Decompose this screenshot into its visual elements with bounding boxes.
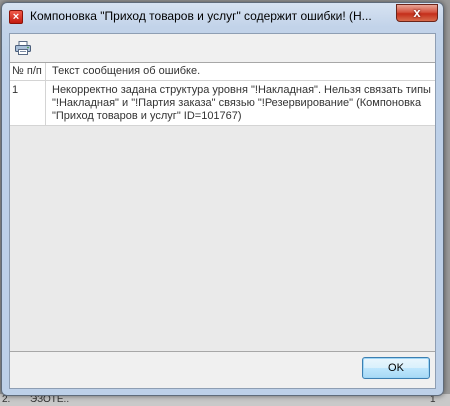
row-number-cell: 1 xyxy=(10,81,46,125)
ok-button[interactable]: OK xyxy=(362,357,430,379)
close-button[interactable]: x xyxy=(396,4,438,22)
print-icon[interactable] xyxy=(15,41,31,55)
table-header: № п/п Текст сообщения об ошибке. xyxy=(10,63,435,81)
dialog-client-area: № п/п Текст сообщения об ошибке. 1 Некор… xyxy=(9,33,436,389)
dialog-footer: OK xyxy=(10,352,435,388)
error-dialog-window: × Компоновка "Приход товаров и услуг" со… xyxy=(1,2,444,396)
error-icon: × xyxy=(9,10,23,24)
error-message-cell: Некорректно задана структура уровня "!На… xyxy=(52,84,431,122)
table-row[interactable]: 1 Некорректно задана структура уровня "!… xyxy=(10,81,435,126)
window-title: Компоновка "Приход товаров и услуг" соде… xyxy=(30,9,372,23)
title-bar[interactable]: × Компоновка "Приход товаров и услуг" со… xyxy=(2,3,443,30)
column-header-message[interactable]: Текст сообщения об ошибке. xyxy=(46,63,435,80)
error-messages-table: № п/п Текст сообщения об ошибке. 1 Некор… xyxy=(10,62,435,352)
column-header-number[interactable]: № п/п xyxy=(10,63,46,80)
close-icon: x xyxy=(413,5,421,20)
toolbar xyxy=(10,34,435,62)
